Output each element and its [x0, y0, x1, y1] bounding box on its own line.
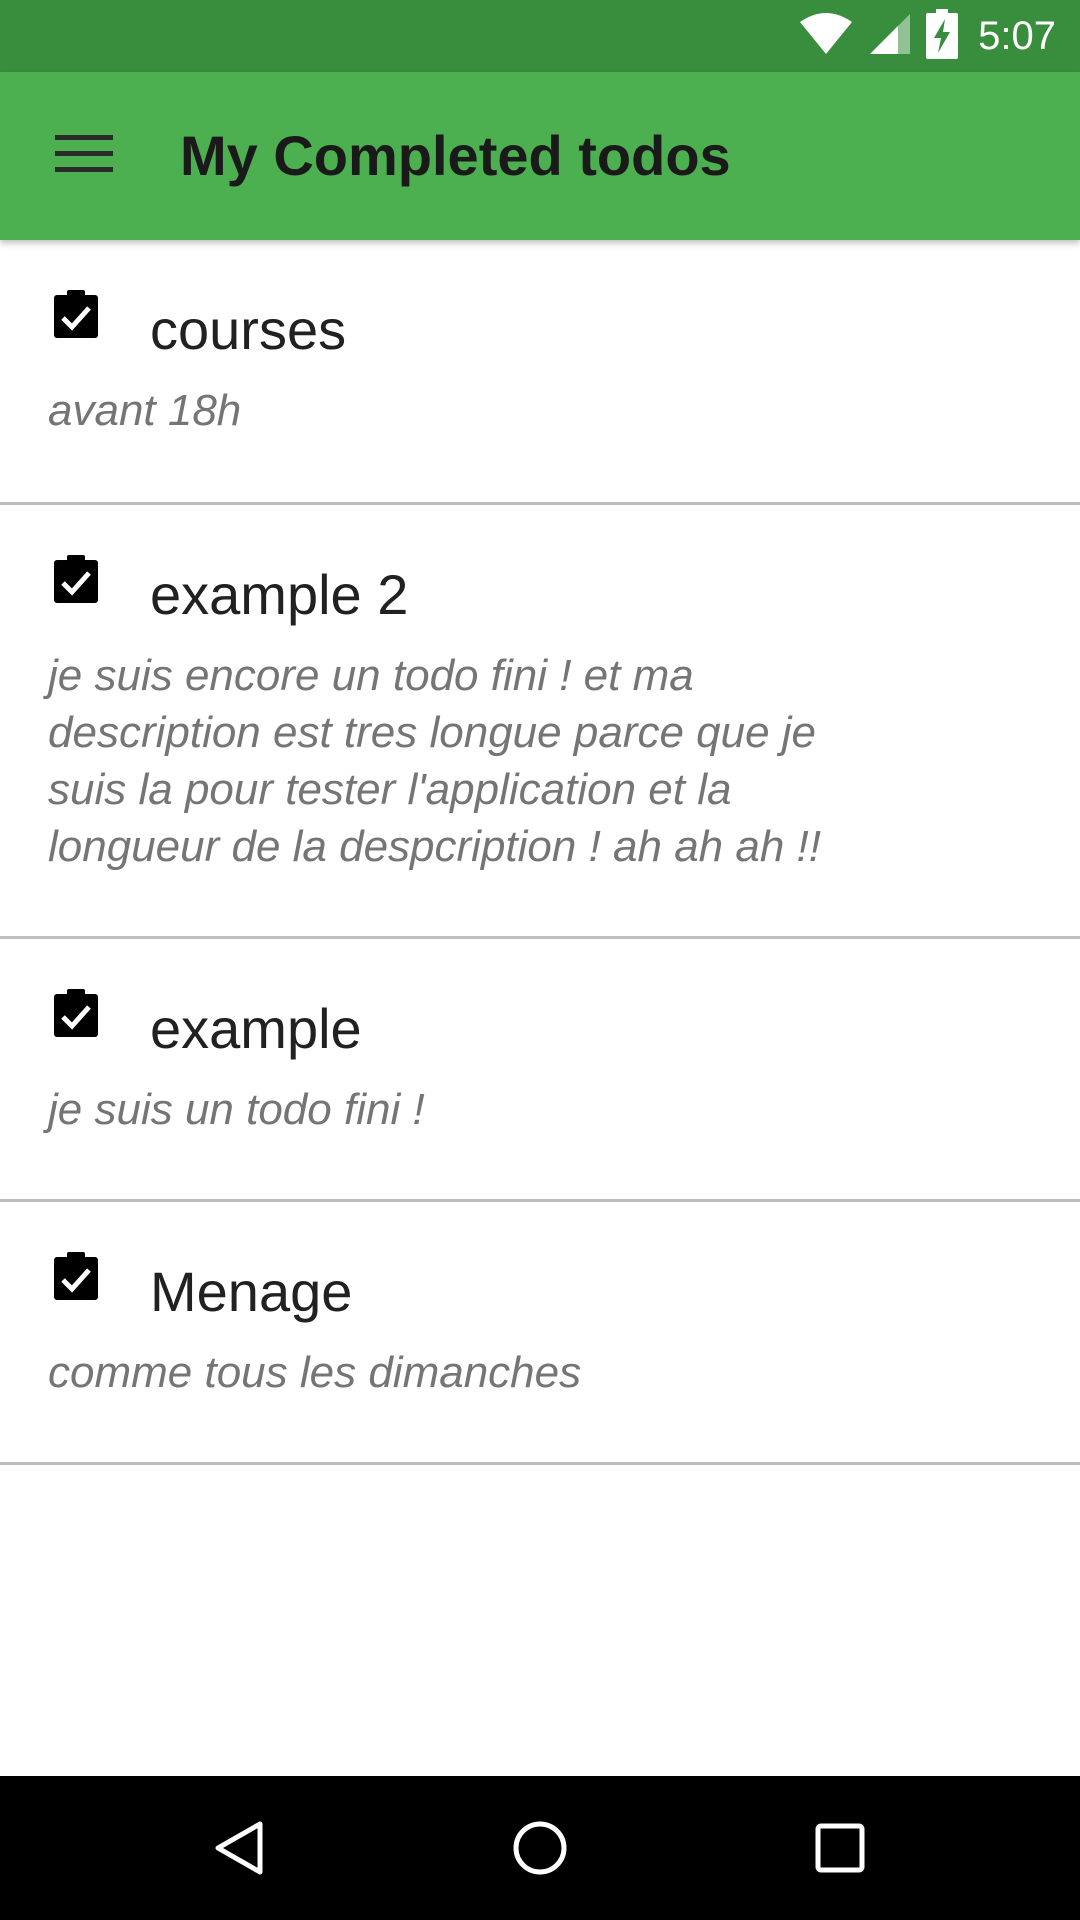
recents-icon [815, 1823, 865, 1873]
todo-title: example 2 [150, 563, 409, 626]
signal-icon [868, 12, 912, 61]
todo-item[interactable]: example je suis un todo fini ! [0, 939, 1080, 1202]
recents-button[interactable] [804, 1812, 876, 1884]
home-icon [513, 1821, 567, 1875]
status-bar: 5:07 [0, 0, 1080, 72]
todo-description: comme tous les dimanches [48, 1348, 582, 1397]
todo-item[interactable]: courses avant 18h [0, 240, 1080, 505]
menu-button[interactable] [36, 120, 132, 192]
navigation-bar [0, 1776, 1080, 1920]
back-icon [215, 1821, 263, 1875]
page-title: My Completed todos [180, 124, 731, 187]
todo-title: example [150, 997, 362, 1060]
todo-list: courses avant 18h example 2 je suis enco… [0, 240, 1080, 1465]
todo-description: je suis encore un todo fini ! et ma desc… [48, 651, 821, 871]
clipboard-check-icon [54, 555, 98, 603]
battery-charging-icon [926, 8, 959, 64]
status-time: 5:07 [978, 13, 1056, 58]
clipboard-check-icon [54, 1252, 98, 1300]
todo-title: Menage [150, 1260, 353, 1323]
status-icons: 5:07 [798, 0, 1056, 72]
wifi-icon [798, 12, 854, 61]
todo-item[interactable]: Menage comme tous les dimanches [0, 1202, 1080, 1465]
todo-description: avant 18h [48, 386, 242, 435]
clipboard-check-icon [54, 989, 98, 1037]
todo-title: courses [150, 298, 347, 361]
todo-item[interactable]: example 2 je suis encore un todo fini ! … [0, 505, 1080, 939]
home-button[interactable] [504, 1812, 576, 1884]
app-bar: My Completed todos [0, 72, 1080, 240]
todo-description: je suis un todo fini ! [48, 1085, 425, 1134]
back-button[interactable] [204, 1812, 276, 1884]
hamburger-menu-icon [55, 133, 113, 180]
clipboard-check-icon [54, 290, 98, 338]
